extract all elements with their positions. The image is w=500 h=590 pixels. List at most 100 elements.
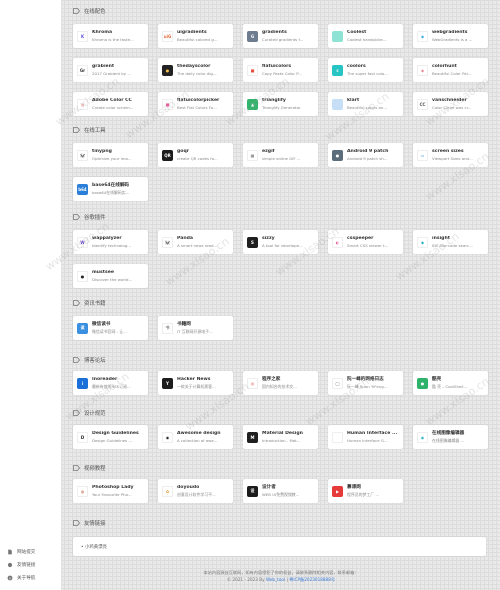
site-card[interactable]: klart Beautiful colors an... (328, 92, 403, 116)
site-description: 一款关于计算机黑客... (177, 383, 216, 389)
site-card[interactable]: D Design Guidelines Design Guidelines ... (73, 425, 148, 449)
site-card[interactable]: CC vanschneider Color Claim was cr... (413, 92, 488, 116)
site-card-text: Adobe Color CC Create color schem... (92, 98, 144, 110)
site-card[interactable]: M Material Design Introduction - Mat... (243, 425, 318, 449)
site-card[interactable]: ▲ trianglify Trianglify Generator (243, 92, 318, 116)
site-card[interactable]: QR goqr create QR codes fo... (158, 143, 233, 167)
sidebar-link-label: 网站提交 (17, 549, 36, 555)
site-logo-icon: ▭ (417, 149, 428, 161)
site-card[interactable]: Y Hacker News 一款关于计算机黑客... (158, 371, 233, 395)
site-card[interactable]: ● mustsee Discover the world... (73, 264, 148, 288)
site-card-text: screen sizes Viewport Sizes and... (432, 149, 484, 161)
site-card[interactable]: ■ flatuicolorpicker Best Flat Colors Fo... (158, 92, 233, 116)
site-title: screen sizes (432, 149, 464, 154)
site-title: thedayscolor (177, 64, 211, 69)
site-logo-icon: 设 (247, 485, 258, 497)
site-card[interactable]: 🐼 Panda A smart news read... (158, 230, 233, 254)
site-card-text: flatuicolors Copy Paste Color P... (262, 64, 314, 76)
category-title: 谷歌插件 (84, 215, 106, 221)
site-card[interactable]: ▶ 慕课网 程序员的梦工厂 ... (328, 479, 403, 503)
site-card[interactable]: Ggradients Curated gradients f... (243, 24, 318, 48)
site-card[interactable]: b64 base64在线解码 base64在线解码实... (73, 177, 148, 201)
sidebar-link-submit[interactable]: 网站提交 (0, 545, 62, 558)
site-card[interactable]: i Inoreader 最新有效的RSS订阅... (73, 371, 148, 395)
site-card[interactable]: ◆ webgradients WebGradients is a ... (413, 24, 488, 48)
site-card[interactable]: K Khroma Khroma is the faste... (73, 24, 148, 48)
site-logo-icon: 🐼 (162, 236, 173, 248)
site-title: Hacker News (177, 376, 211, 382)
site-logo-icon: M (247, 431, 258, 443)
category-title: 资讯书籍 (84, 301, 106, 307)
site-card[interactable]: 🐼 tinypng Optimize your ima... (73, 143, 148, 167)
site-card[interactable]: ● Android 9 patch Android 9 patch sh... (328, 143, 403, 167)
site-card[interactable]: ◉ 在线图像编辑器 在线图像编辑器 ... (413, 425, 488, 449)
site-logo-icon: ■ (162, 98, 173, 110)
site-card[interactable]: ● thedayscolor The daily color dig... (158, 58, 233, 82)
site-card[interactable]: Human Interface ... Human Interface G... (328, 425, 403, 449)
site-card[interactable]: ■ flatuicolors Copy Paste Color P... (243, 58, 318, 82)
site-card[interactable]: Wwappalyzer Identify technolog... (73, 230, 148, 254)
site-description: 在线图像编辑器 ... (432, 438, 465, 443)
site-title: Inoreader (92, 376, 118, 382)
sidebar-link-about[interactable]: 关于导航 (0, 571, 62, 584)
site-card[interactable]: ● 酷壳酷 壳 – CoolShell... (413, 371, 488, 395)
site-card-text: Material Design Introduction - Mat... (262, 431, 314, 443)
site-logo-icon (332, 98, 343, 110)
category-title: 设计规范 (84, 411, 106, 417)
footer-site-link[interactable]: Web_tool (266, 577, 285, 582)
site-card[interactable]: uiG uigradients Beautiful colored g... (158, 24, 233, 48)
site-card-text: goqr create QR codes fo... (177, 149, 229, 161)
site-card[interactable]: ▭ screen sizes Viewport Sizes and... (413, 143, 488, 167)
site-logo-icon: ✿ (162, 485, 173, 497)
site-card-text: base64在线解码 base64在线解码实... (92, 182, 144, 196)
site-description: IDE-like code searc... (432, 243, 473, 248)
tag-icon (73, 465, 80, 471)
site-logo-icon: ◐ (332, 236, 343, 248)
site-description: 程序员的梦工厂 ... (347, 492, 380, 497)
site-card-text: 慕课网 程序员的梦工厂 ... (347, 484, 399, 498)
site-logo-icon: ◎ (77, 98, 88, 110)
site-description: Copy Paste Color P... (262, 71, 302, 76)
site-card-text: Inoreader 最新有效的RSS订阅... (92, 377, 144, 390)
site-logo-icon: S (247, 236, 258, 248)
site-card[interactable]: Gr grabient 2017 Grabient by ... (73, 58, 148, 82)
site-title: Coolest (347, 30, 367, 35)
site-card-text: sizzy A tool for develope... (262, 236, 314, 248)
site-logo-icon: G (247, 30, 258, 42)
site-card[interactable]: ◉ Awesome design A collection of awe... (158, 425, 233, 449)
site-logo-icon: 读 (77, 322, 88, 334)
friend-link[interactable]: • 小鸡黄漂亮 (81, 545, 107, 550)
site-logo-icon: ● (417, 377, 428, 389)
site-card-text: flatuicolorpicker Best Flat Colors Fo... (177, 98, 229, 110)
site-card[interactable]: 读微信读书 微信读书官网 - 让... (73, 316, 148, 340)
site-card[interactable]: ▦ ezgif simple online GIF ... (243, 143, 318, 167)
site-card-text: uigradients Beautiful colored g... (177, 30, 229, 42)
site-logo-icon: ▦ (247, 149, 258, 161)
category-heading: 视频教程 (73, 463, 106, 473)
site-card[interactable]: Ssizzy A tool for develope... (243, 230, 318, 254)
site-card[interactable]: ◯ 阮一峰的网络日志 阮一峰 Ruan YiFeng... (328, 371, 403, 395)
site-title: gradients (262, 30, 287, 35)
footer-icp-link[interactable]: 粤ICP备2023018888号 (289, 577, 335, 582)
site-card-text: thedayscolor The daily color dig... (177, 64, 229, 76)
site-card[interactable]: ✿ doyoudo 创意设计软件学习平... (158, 479, 233, 503)
site-card[interactable]: 书书籍网 IT 互联网开源电子... (158, 316, 233, 340)
site-card[interactable]: ◎ 程序之家 国内知名的技术交... (243, 371, 318, 395)
site-description: A tool for develope... (262, 243, 303, 248)
sidebar-link-friends[interactable]: 友情链接 (0, 558, 62, 571)
site-title: 微信读书 (92, 322, 111, 327)
site-card[interactable]: ◆ colorhunt Beautiful Color Pal... (413, 58, 488, 82)
site-card[interactable]: ◎ Adobe Color CC Create color schem... (73, 92, 148, 116)
site-title: 酷壳 (432, 377, 442, 382)
site-card[interactable]: 设设计者 WEB UI免费视频教... (243, 479, 318, 503)
site-card-text: insight IDE-like code searc... (432, 236, 484, 248)
site-title: base64在线解码 (92, 183, 130, 188)
site-card[interactable]: Coolest Coolest handpicke... (328, 24, 403, 48)
site-card[interactable]: ◍ Photoshop Lady Your Favourite Pho... (73, 479, 148, 503)
site-logo-icon: Gr (77, 64, 88, 76)
site-card[interactable]: c coolors The super fast colo... (328, 58, 403, 82)
site-card[interactable]: ◐ csspeeper Smart CSS viewer t... (328, 230, 403, 254)
site-card[interactable]: ◆ insight IDE-like code searc... (413, 230, 488, 254)
site-title: Awesome design (177, 431, 221, 436)
site-logo-icon: K (77, 30, 88, 42)
